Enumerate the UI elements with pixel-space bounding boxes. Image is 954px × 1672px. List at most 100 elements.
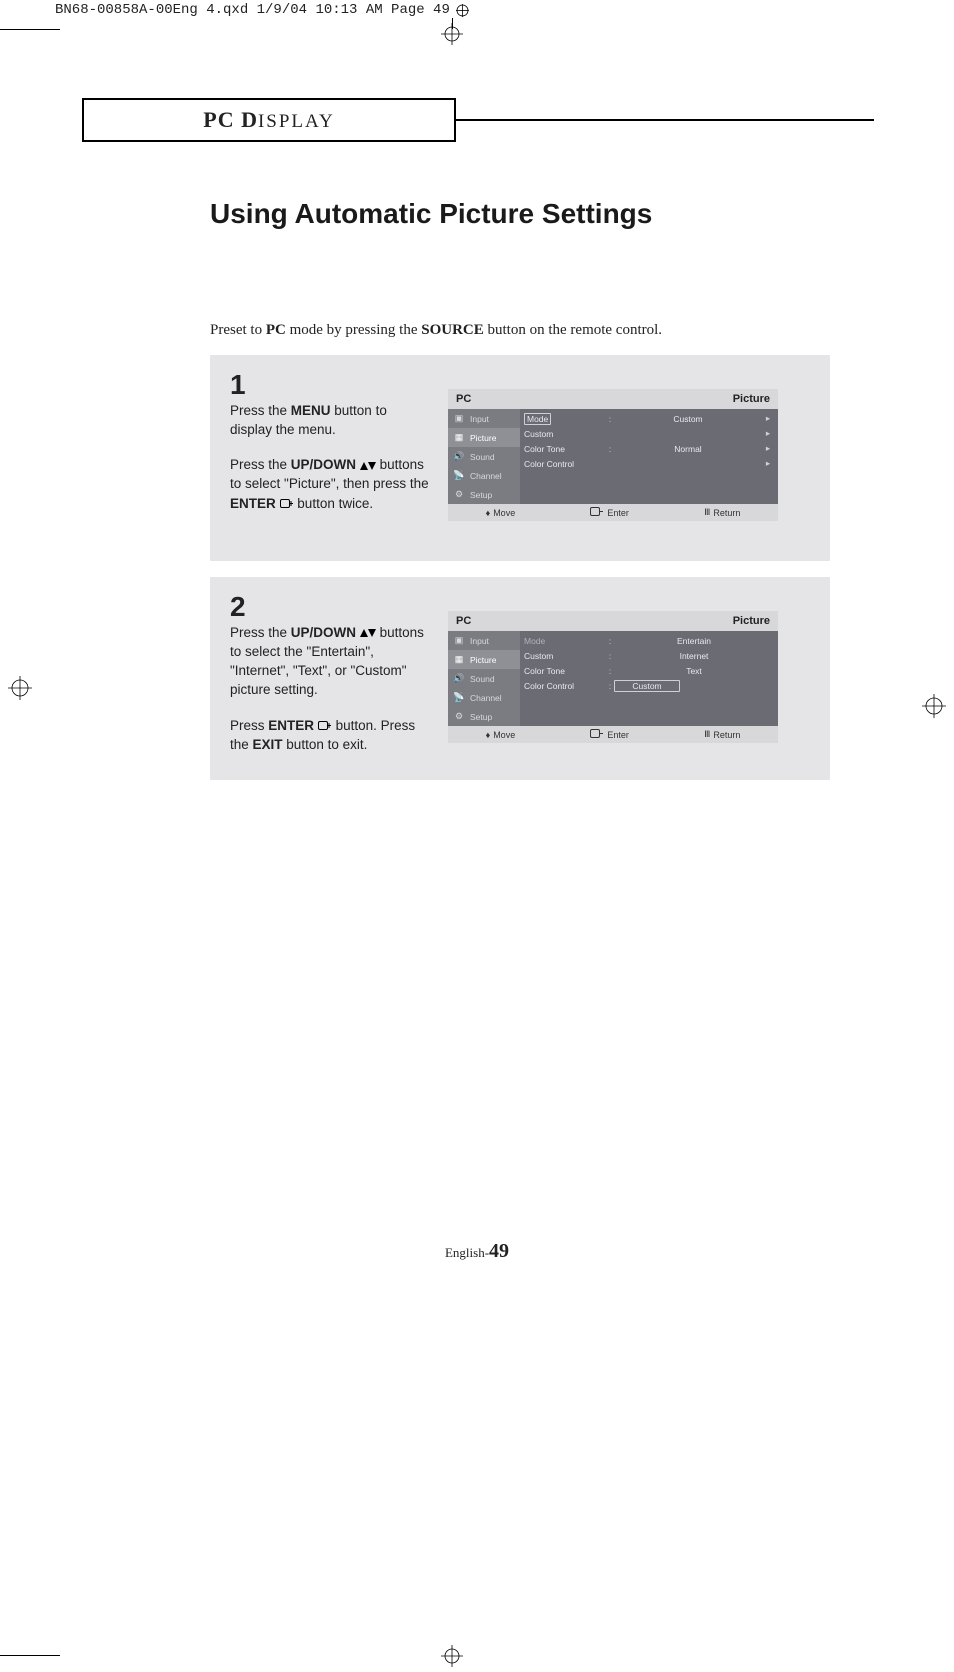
osd-screenshot: PC Picture ▣ Input ▦Picture🔊Sound 📡 Channel ⚙… [448, 611, 778, 743]
registration-target-icon [441, 23, 463, 50]
osd-sidebar-item: ▦Picture [448, 650, 520, 669]
return-icon: Ⅲ [704, 729, 710, 740]
section-caption-text: PC DISPLAY [203, 107, 334, 133]
osd-row-value: Normal [614, 444, 762, 454]
osd-row-label: Custom [524, 429, 606, 439]
osd-footer: ♦Move Enter ⅢReturn [448, 504, 778, 521]
osd-row-label: Custom [524, 651, 606, 661]
sidebar-item-label: Setup [470, 712, 492, 722]
osd-row-value: Internet [614, 651, 774, 661]
osd-hint-enter: Enter [590, 507, 629, 518]
up-triangle-icon [360, 462, 368, 470]
sidebar-item-label: Input [470, 414, 489, 424]
page-title: Using Automatic Picture Settings [210, 198, 874, 230]
step-text-column: 2 Press the UP/DOWN buttons to select th… [230, 593, 430, 754]
enter-icon [318, 721, 332, 732]
osd-sidebar-item: ⚙ Setup [448, 485, 520, 504]
osd-sidebar-item: 🔊Sound [448, 669, 520, 688]
sidebar-category-icon: 📡 [452, 692, 466, 703]
osd-screenshot: PC Picture ▣ Input ▦Picture 🔊 Sound 📡 Channel ⚙… [448, 389, 778, 521]
sidebar-category-icon: ⚙ [452, 489, 466, 500]
osd-sidebar-item: ⚙ Setup [448, 707, 520, 726]
osd-titlebar: PC Picture [448, 389, 778, 409]
sidebar-category-icon: 📡 [452, 470, 466, 481]
osd-row-label: Color Tone [524, 444, 606, 454]
osd-row-separator: : [606, 444, 614, 454]
step-block: 2 Press the UP/DOWN buttons to select th… [210, 577, 830, 780]
crop-line-icon [0, 29, 60, 30]
registration-target-icon [922, 676, 946, 718]
osd-sidebar: ▣ Input ▦Picture 🔊 Sound 📡 Channel ⚙ Setup [448, 409, 520, 504]
crop-marks-bottom [0, 1643, 954, 1667]
crop-line-icon [0, 1655, 60, 1656]
sidebar-item-label: Setup [470, 490, 492, 500]
crop-marks-top [0, 18, 954, 40]
osd-panel: Mode:EntertainCustom:Internet Color Tone:… [520, 631, 778, 726]
osd-row-value: Entertain [614, 636, 774, 646]
osd-row-value: Custom [614, 680, 680, 692]
sidebar-category-icon: 🔊 [452, 673, 466, 684]
osd-body: ▣ Input ▦Picture🔊Sound 📡 Channel ⚙ Setup Mode:… [448, 631, 778, 726]
sidebar-item-label: Channel [470, 693, 502, 703]
enter-icon [280, 499, 294, 510]
updown-icon: ♦ [486, 508, 491, 518]
sidebar-item-label: Picture [470, 433, 496, 443]
osd-body: ▣ Input ▦Picture 🔊 Sound 📡 Channel ⚙ Setup Mode:… [448, 409, 778, 504]
intro-text: Preset to PC mode by pressing the SOURCE… [210, 322, 874, 339]
step-screenshot-column: PC Picture ▣ Input ▦Picture 🔊 Sound 📡 Channel ⚙… [448, 371, 812, 521]
sidebar-item-label: Input [470, 636, 489, 646]
osd-row-separator: : [606, 636, 614, 646]
osd-row-value: Text [614, 666, 774, 676]
sidebar-item-label: Picture [470, 655, 496, 665]
up-triangle-icon [360, 629, 368, 637]
step-number: 1 [230, 371, 430, 399]
step-screenshot-column: PC Picture ▣ Input ▦Picture🔊Sound 📡 Channel ⚙… [448, 593, 812, 754]
osd-hint-enter: Enter [590, 729, 629, 740]
print-job-text: BN68-00858A-00Eng 4.qxd 1/9/04 10:13 AM … [55, 2, 450, 18]
updown-icon: ♦ [486, 730, 491, 740]
sidebar-item-label: Sound [470, 452, 495, 462]
down-triangle-icon [368, 629, 376, 637]
section-caption-box: PC DISPLAY [82, 98, 456, 142]
sidebar-category-icon: ⚙ [452, 711, 466, 722]
right-arrow-icon: ▸ [762, 458, 774, 469]
osd-row-separator: : [606, 414, 614, 424]
step-paragraph: Press the UP/DOWN buttons to select "Pic… [230, 455, 430, 512]
osd-menu-row: Mode:Entertain [524, 633, 774, 648]
sidebar-category-icon: ▣ [452, 635, 466, 646]
osd-hint-move: ♦Move [486, 507, 516, 518]
osd-row-label: Mode [524, 413, 551, 425]
print-job-header: BN68-00858A-00Eng 4.qxd 1/9/04 10:13 AM … [0, 0, 954, 18]
osd-row-label: Color Tone [524, 666, 606, 676]
step-paragraph: Press ENTER button. Press the EXIT butto… [230, 716, 430, 754]
registration-mark-icon [456, 4, 469, 17]
osd-panel: Mode:Custom▸Custom▸Color Tone:Normal▸Col… [520, 409, 778, 504]
osd-menu-row: Custom▸ [524, 426, 774, 441]
step-paragraph: Press the UP/DOWN buttons to select the … [230, 623, 430, 700]
return-icon: Ⅲ [704, 507, 710, 518]
sidebar-category-icon: 🔊 [452, 451, 466, 462]
page-content: PC DISPLAY Using Automatic Picture Setti… [0, 40, 954, 1263]
down-triangle-icon [368, 462, 376, 470]
osd-sidebar-item: 📡 Channel [448, 466, 520, 485]
osd-menu-row: Color Control:Custom [524, 678, 774, 693]
osd-row-label: Mode [524, 636, 606, 646]
osd-row-label: Color Control [524, 681, 606, 691]
osd-row-label: Color Control [524, 459, 606, 469]
enter-icon [590, 729, 604, 740]
osd-source-label: PC [456, 615, 471, 627]
osd-hint-move: ♦Move [486, 729, 516, 740]
osd-sidebar-item: 📡 Channel [448, 688, 520, 707]
osd-menu-title: Picture [733, 615, 770, 627]
right-arrow-icon: ▸ [762, 443, 774, 454]
sidebar-category-icon: ▣ [452, 413, 466, 424]
osd-row-value: Custom [614, 414, 762, 424]
osd-menu-row: Mode:Custom▸ [524, 411, 774, 426]
osd-titlebar: PC Picture [448, 611, 778, 631]
osd-sidebar-item: ▦Picture [448, 428, 520, 447]
sidebar-item-label: Channel [470, 471, 502, 481]
osd-menu-row: Color Tone:Normal▸ [524, 441, 774, 456]
osd-footer: ♦Move Enter ⅢReturn [448, 726, 778, 743]
osd-menu-row: Custom:Internet [524, 648, 774, 663]
page-number: English-49 [80, 1240, 874, 1263]
